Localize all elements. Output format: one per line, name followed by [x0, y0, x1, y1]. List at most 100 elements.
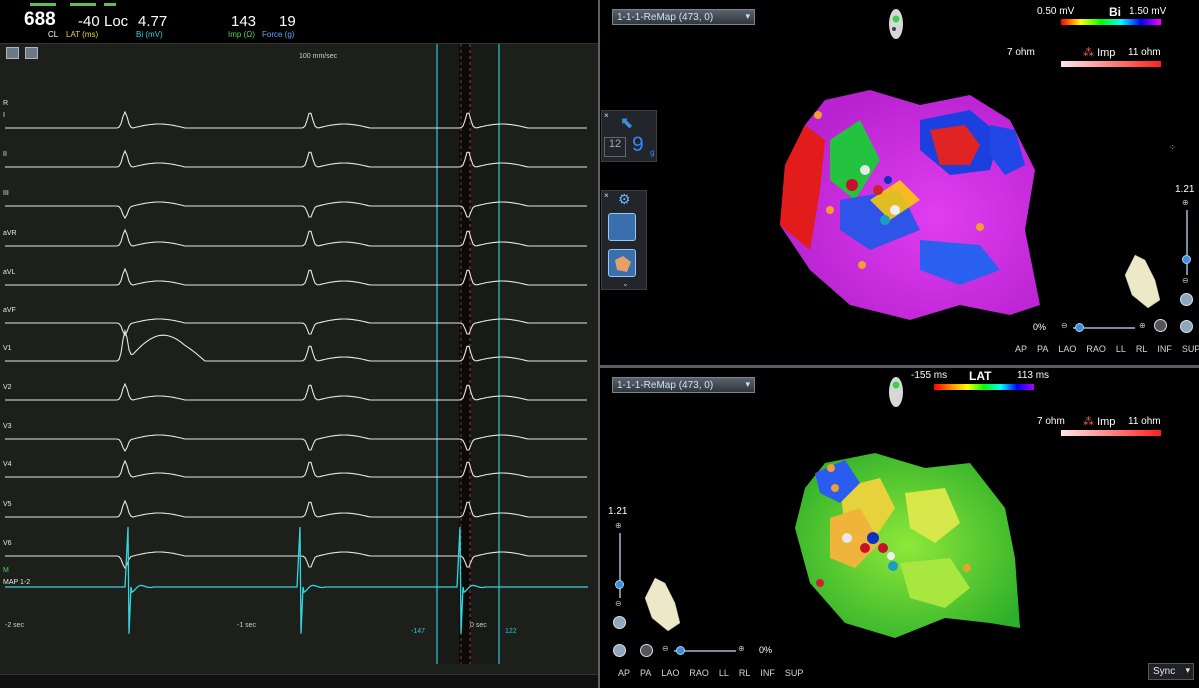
palette-close-icon[interactable]: ×	[604, 111, 609, 120]
gear-icon[interactable]: ⚙	[618, 191, 631, 208]
ecg-header: 688 CL -40 LAT (ms) Loc 4.77 Bi (mV) 143…	[0, 0, 598, 44]
view-lao-bottom[interactable]: LAO	[661, 668, 679, 678]
bi-max-label: 1.50 mV	[1129, 6, 1167, 17]
lead-label-v3: V3	[3, 423, 12, 430]
bi-scale-title: Bi	[1109, 5, 1121, 19]
imp-max-label-top: 11 ohm	[1128, 47, 1161, 58]
lat-color-scale	[934, 384, 1034, 390]
tag-filter-icon[interactable]: ⁘	[1169, 143, 1176, 152]
sphere-view-button[interactable]	[640, 644, 653, 657]
lat-scale-title: LAT	[969, 369, 992, 383]
map-view-bottom[interactable]: 1-1-1-ReMap (473, 0) ▾ -155 ms LAT 113 m…	[600, 368, 1199, 688]
catheter-palette: × ⬉ 12 9 g	[601, 110, 657, 162]
imp-min-label-bottom: 7 ohm	[1037, 416, 1065, 427]
view-pa-top[interactable]: PA	[1037, 344, 1048, 354]
view-ll-top[interactable]: LL	[1116, 344, 1126, 354]
sync-dropdown[interactable]: Sync ▾	[1148, 663, 1194, 680]
force-display-value: 9	[632, 133, 644, 156]
electrode-count-field[interactable]: 12	[604, 137, 626, 157]
palette-expand-icon[interactable]: ⌄	[622, 279, 629, 288]
heart-orientation-icon[interactable]	[1120, 250, 1164, 310]
view-inf-bottom[interactable]: INF	[760, 668, 775, 678]
transparency-knob-top[interactable]	[1075, 323, 1084, 332]
sphere-view-button[interactable]	[1154, 319, 1167, 332]
view-ap-top[interactable]: AP	[1015, 344, 1027, 354]
view-rl-bottom[interactable]: RL	[739, 668, 751, 678]
view-ap-bottom[interactable]: AP	[618, 668, 630, 678]
imp-grid-icon: ⁂	[1083, 47, 1094, 59]
force-display-unit: g	[650, 148, 655, 157]
view-ll-bottom[interactable]: LL	[719, 668, 729, 678]
reset-view-button[interactable]	[613, 616, 626, 629]
ecg-trace-i	[5, 110, 587, 129]
zoom-in-icon[interactable]: ⊕	[615, 521, 622, 530]
transparency-minus-icon[interactable]: ⊖	[662, 644, 669, 653]
shadow-mode-button[interactable]	[608, 213, 636, 241]
ecg-scrollbar[interactable]	[0, 674, 598, 688]
lead-label-v4: V4	[3, 461, 12, 468]
lat-activation-map[interactable]	[785, 448, 1055, 658]
ecg-trace-v3	[5, 434, 587, 453]
window-right-value: 122	[505, 628, 517, 635]
cl-value: 688	[24, 9, 56, 30]
view-rl-top[interactable]: RL	[1136, 344, 1148, 354]
time-label-zero: 0 sec	[470, 622, 487, 629]
zoom-out-icon[interactable]: ⊖	[1182, 276, 1189, 285]
transparency-plus-icon[interactable]: ⊕	[738, 644, 745, 653]
map-selector-bottom[interactable]: 1-1-1-ReMap (473, 0) ▾	[612, 377, 755, 393]
view-sup-bottom[interactable]: SUP	[785, 668, 804, 678]
imp-max-label-bottom: 11 ohm	[1128, 416, 1161, 427]
transparency-knob-bottom[interactable]	[676, 646, 685, 655]
map-style-button[interactable]	[608, 249, 636, 277]
reset-view-button[interactable]	[1180, 293, 1193, 306]
transparency-plus-icon[interactable]: ⊕	[1139, 321, 1146, 330]
bipolar-voltage-map[interactable]	[770, 80, 1080, 330]
zoom-in-icon[interactable]: ⊕	[1182, 198, 1189, 207]
bi-min-label: 0.50 mV	[1037, 6, 1075, 17]
ecg-trace-avr	[5, 228, 587, 247]
lead-label-ii: II	[3, 151, 7, 158]
zoom-slider-top[interactable]	[1186, 210, 1188, 275]
imp-color-scale-bottom	[1061, 430, 1161, 436]
loc-label: Loc	[104, 13, 129, 30]
transparency-minus-icon[interactable]: ⊖	[1061, 321, 1068, 330]
transparency-value-top: 0%	[1033, 322, 1047, 332]
zoom-knob-top[interactable]	[1182, 255, 1191, 264]
view-rao-top[interactable]: RAO	[1086, 344, 1106, 354]
force-value: 19	[279, 13, 296, 30]
heart-orientation-icon[interactable]	[640, 573, 684, 633]
orientation-torso-icon	[889, 9, 903, 39]
map-view-top[interactable]: 1-1-1-ReMap (473, 0) ▾ 0.50 mV Bi 1.50 m…	[600, 0, 1199, 365]
ecg-trace-v2	[5, 382, 587, 401]
imp-scale-title-top: ⁂ Imp	[1083, 46, 1115, 59]
ecg-trace-v1	[5, 328, 587, 362]
imp-label: Imp (Ω)	[228, 30, 255, 39]
expand-view-button[interactable]	[1180, 320, 1193, 333]
lead-label-v6: V6	[3, 540, 12, 547]
orientation-torso-icon	[889, 377, 903, 407]
display-palette-close-icon[interactable]: ×	[604, 191, 609, 200]
view-inf-top[interactable]: INF	[1157, 344, 1172, 354]
lead-label-v1: V1	[3, 345, 12, 352]
ecg-traces	[5, 44, 588, 664]
ecg-trace-v6	[5, 551, 587, 570]
bi-label: Bi (mV)	[136, 30, 163, 39]
heart-style-icon	[615, 256, 631, 272]
imp-grid-icon: ⁂	[1083, 416, 1094, 428]
view-sup-top[interactable]: SUP	[1182, 344, 1199, 354]
time-label-minus-2: -2 sec	[5, 622, 25, 629]
bi-value: 4.77	[138, 13, 168, 30]
view-pa-bottom[interactable]: PA	[640, 668, 651, 678]
view-lao-top[interactable]: LAO	[1058, 344, 1076, 354]
lead-label-avf: aVF	[3, 307, 16, 314]
zoom-out-icon[interactable]: ⊖	[615, 599, 622, 608]
view-rao-bottom[interactable]: RAO	[689, 668, 709, 678]
imp-scale-title-bottom: ⁂ Imp	[1083, 415, 1115, 428]
expand-view-button[interactable]	[613, 644, 626, 657]
map-selector-top[interactable]: 1-1-1-ReMap (473, 0) ▾	[612, 9, 755, 25]
sync-dropdown-value: Sync	[1153, 666, 1176, 677]
zoom-knob-bottom[interactable]	[615, 580, 624, 589]
imp-value: 143	[231, 13, 257, 30]
map-lead-m-label: M	[3, 567, 9, 574]
pointer-arrow-icon[interactable]: ⬉	[620, 113, 633, 133]
